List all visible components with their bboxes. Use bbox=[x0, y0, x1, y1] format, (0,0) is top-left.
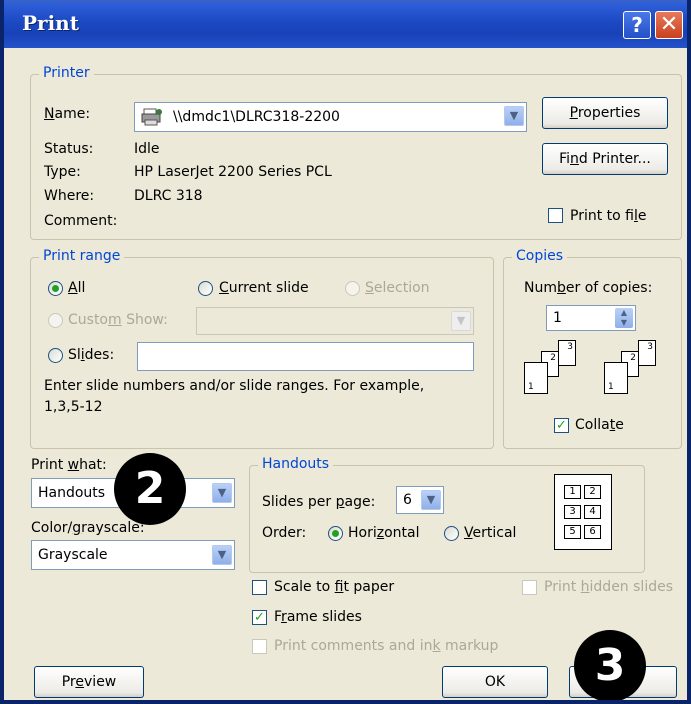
vertical-label[interactable]: Vertical bbox=[464, 525, 516, 541]
type-label: Type: bbox=[44, 164, 81, 180]
collate-checkbox[interactable]: ✓ bbox=[554, 418, 569, 433]
print-dialog: Print ? ✕ Printer Name: \\dmdc1\DLRC318-… bbox=[0, 0, 691, 704]
page-1b: 1 bbox=[604, 362, 628, 394]
copies-legend: Copies bbox=[512, 248, 568, 264]
page-3b: 3 bbox=[638, 340, 656, 366]
printer-name-select[interactable]: \\dmdc1\DLRC318-2200 ▼ bbox=[134, 102, 527, 132]
chevron-down-icon: ▼ bbox=[451, 311, 471, 331]
all-label[interactable]: All bbox=[68, 280, 85, 296]
print-to-file-checkbox[interactable] bbox=[548, 208, 563, 223]
where-label: Where: bbox=[44, 188, 95, 204]
title-bar[interactable]: Print ? ✕ bbox=[4, 0, 687, 48]
copies-spinner[interactable]: 1 ▲ ▼ bbox=[546, 305, 636, 331]
slides-radio[interactable] bbox=[48, 348, 63, 363]
slides-label[interactable]: Slides: bbox=[68, 347, 114, 363]
slides-help-line2: 1,3,5-12 bbox=[44, 399, 103, 415]
where-value: DLRC 318 bbox=[134, 188, 203, 204]
color-grayscale-value: Grayscale bbox=[38, 547, 108, 563]
comment-label: Comment: bbox=[44, 213, 118, 229]
current-slide-radio[interactable] bbox=[198, 281, 213, 296]
window-title: Print bbox=[22, 11, 79, 35]
frame-slides-checkbox[interactable]: ✓ bbox=[252, 610, 267, 625]
all-radio[interactable] bbox=[48, 281, 63, 296]
print-hidden-checkbox bbox=[522, 580, 537, 595]
callout-badge-2: 2 bbox=[114, 453, 186, 525]
status-value: Idle bbox=[134, 141, 160, 157]
custom-show-radio bbox=[48, 313, 63, 328]
print-what-label: Print what: bbox=[31, 457, 107, 473]
selection-label: Selection bbox=[365, 280, 430, 296]
slides-input[interactable] bbox=[137, 342, 474, 371]
slides-per-page-select[interactable]: 6 ▼ bbox=[396, 486, 444, 514]
collate-label[interactable]: Collate bbox=[575, 417, 624, 433]
preview-cell: 1 bbox=[564, 485, 581, 499]
printer-name-label: Name: bbox=[44, 106, 91, 122]
color-grayscale-select[interactable]: Grayscale ▼ bbox=[31, 540, 235, 570]
slides-help-line1: Enter slide numbers and/or slide ranges.… bbox=[44, 378, 425, 394]
chevron-down-icon[interactable]: ▼ bbox=[212, 483, 232, 503]
print-comments-checkbox bbox=[252, 639, 267, 654]
printer-icon bbox=[141, 108, 163, 126]
printer-name-value: \\dmdc1\DLRC318-2200 bbox=[173, 109, 340, 125]
properties-button[interactable]: Properties bbox=[542, 97, 668, 129]
slides-per-page-value: 6 bbox=[403, 492, 412, 508]
vertical-radio[interactable] bbox=[444, 526, 459, 541]
custom-show-select: ▼ bbox=[196, 307, 474, 335]
preview-cell: 4 bbox=[584, 505, 601, 519]
spinner-arrows-icon[interactable]: ▲ ▼ bbox=[615, 308, 633, 328]
copies-value: 1 bbox=[553, 310, 562, 326]
frame-slides-label[interactable]: Frame slides bbox=[274, 609, 362, 625]
print-range-legend: Print range bbox=[39, 248, 125, 264]
preview-cell: 3 bbox=[564, 505, 581, 519]
callout-badge-3: 3 bbox=[574, 630, 646, 700]
order-label: Order: bbox=[262, 525, 307, 541]
horizontal-label[interactable]: Horizontal bbox=[348, 525, 420, 541]
slides-per-page-label: Slides per page: bbox=[262, 494, 376, 510]
scale-to-fit-checkbox[interactable] bbox=[252, 580, 267, 595]
print-what-value: Handouts bbox=[38, 485, 106, 501]
type-value: HP LaserJet 2200 Series PCL bbox=[134, 164, 332, 180]
chevron-down-icon[interactable]: ▼ bbox=[504, 106, 524, 126]
ok-button[interactable]: OK bbox=[442, 666, 548, 698]
help-button[interactable]: ? bbox=[623, 11, 651, 39]
chevron-down-icon[interactable]: ▼ bbox=[421, 490, 441, 510]
collate-illustration-icon: 3 2 1 3 2 1 bbox=[524, 340, 664, 410]
page-3: 3 bbox=[558, 340, 576, 366]
chevron-down-icon[interactable]: ▼ bbox=[212, 545, 232, 565]
handouts-legend: Handouts bbox=[258, 456, 334, 472]
preview-cell: 2 bbox=[584, 485, 601, 499]
print-to-file-label[interactable]: Print to file bbox=[570, 208, 647, 224]
number-of-copies-label: Number of copies: bbox=[524, 280, 653, 296]
preview-cell: 6 bbox=[584, 525, 601, 539]
status-label: Status: bbox=[44, 141, 94, 157]
find-printer-button[interactable]: Find Printer... bbox=[542, 143, 668, 175]
custom-show-label: Custom Show: bbox=[68, 312, 168, 328]
current-slide-label[interactable]: Current slide bbox=[219, 280, 309, 296]
handout-layout-preview: 1 2 3 4 5 6 bbox=[554, 474, 612, 550]
scale-to-fit-label[interactable]: Scale to fit paper bbox=[274, 579, 394, 595]
preview-button[interactable]: Preview bbox=[34, 666, 144, 698]
close-button[interactable]: ✕ bbox=[655, 11, 683, 39]
print-hidden-label: Print hidden slides bbox=[544, 579, 673, 595]
preview-cell: 5 bbox=[564, 525, 581, 539]
print-comments-label: Print comments and ink markup bbox=[274, 638, 499, 654]
printer-legend: Printer bbox=[39, 65, 94, 81]
color-grayscale-label: Color/grayscale: bbox=[31, 520, 145, 536]
horizontal-radio[interactable] bbox=[328, 526, 343, 541]
selection-radio bbox=[345, 281, 360, 296]
page-1: 1 bbox=[524, 362, 548, 394]
